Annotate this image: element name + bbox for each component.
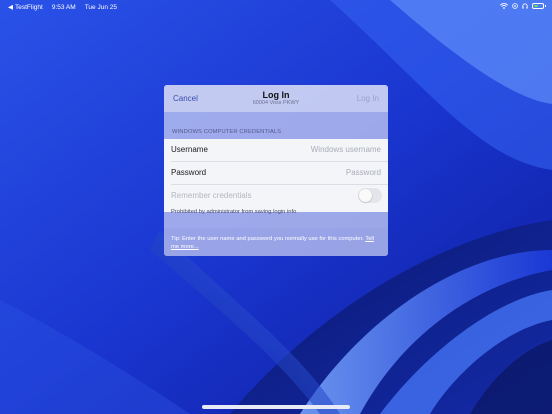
dialog-nav-bar: Cancel Log In 60004 Voss PKWY Log In bbox=[164, 85, 388, 112]
wifi-icon bbox=[500, 3, 508, 9]
remember-toggle[interactable] bbox=[358, 188, 382, 203]
admin-footnote: Prohibited by administrator from saving … bbox=[171, 209, 297, 215]
username-field[interactable]: Windows username bbox=[311, 145, 381, 154]
tip-body: Tip: Enter the user name and password yo… bbox=[171, 236, 364, 242]
tip-text: Tip: Enter the user name and password yo… bbox=[171, 235, 383, 251]
home-indicator[interactable] bbox=[202, 405, 350, 409]
username-row[interactable]: Username Windows username bbox=[164, 139, 388, 161]
remember-row: Remember credentials bbox=[164, 185, 388, 207]
toggle-knob bbox=[359, 189, 372, 202]
password-label: Password bbox=[171, 168, 207, 177]
status-bar: ◀ TestFlight 9:53 AM Tue Jun 25 bbox=[0, 0, 552, 14]
login-button[interactable]: Log In bbox=[357, 94, 379, 103]
headphones-icon bbox=[522, 3, 528, 9]
login-dialog: Cancel Log In 60004 Voss PKWY Log In WIN… bbox=[164, 85, 388, 256]
section-header: WINDOWS COMPUTER CREDENTIALS bbox=[172, 129, 282, 135]
password-field[interactable]: Password bbox=[346, 168, 381, 177]
status-time: 9:53 AM bbox=[51, 3, 76, 11]
back-chevron-icon: ◀ bbox=[8, 4, 13, 11]
back-to-app-link[interactable]: ◀ TestFlight bbox=[8, 3, 43, 12]
status-date: Tue Jun 25 bbox=[84, 3, 117, 11]
back-app-label: TestFlight bbox=[15, 3, 43, 11]
credentials-form: Username Windows username Password Passw… bbox=[164, 139, 388, 212]
password-row[interactable]: Password Password bbox=[164, 162, 388, 184]
dialog-subtitle: 60004 Voss PKWY bbox=[252, 100, 300, 106]
tip-area: Tip: Enter the user name and password yo… bbox=[164, 228, 388, 256]
username-label: Username bbox=[171, 145, 208, 154]
dialog-title: Log In bbox=[262, 90, 290, 100]
battery-icon bbox=[532, 3, 546, 9]
orientation-lock-icon bbox=[512, 3, 518, 9]
remember-label: Remember credentials bbox=[171, 191, 252, 200]
